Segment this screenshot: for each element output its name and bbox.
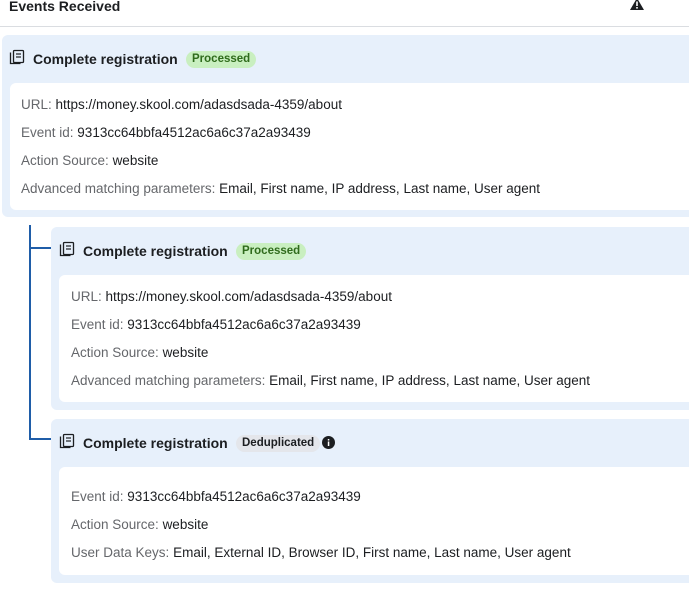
event-header-3[interactable]: Complete registration Deduplicated [51, 419, 689, 463]
document-icon [9, 49, 25, 65]
section-title: Events Received [9, 0, 121, 14]
status-badge-processed: Processed [236, 243, 307, 260]
event-card-2: Complete registration Processed URL: htt… [51, 227, 689, 410]
event-header-1[interactable]: Complete registration Processed [2, 35, 689, 79]
document-icon [59, 241, 75, 257]
tree-connector-branch-1 [29, 247, 51, 249]
events-received-header: Events Received [0, 0, 689, 27]
advanced-matching-row: Advanced matching parameters: Email, Fir… [21, 181, 541, 196]
tree-connector-vertical [29, 225, 31, 440]
action-source-row: Action Source: website [71, 517, 209, 532]
event-card-3: Complete registration Deduplicated Event… [51, 419, 689, 583]
event-details-1: URL: https://money.skool.com/adasdsada-4… [10, 83, 689, 210]
event-id-row: Event id: 9313cc64bbfa4512ac6a6c37a2a934… [71, 317, 361, 332]
event-title: Complete registration [83, 243, 228, 259]
event-details-3: Event id: 9313cc64bbfa4512ac6a6c37a2a934… [59, 467, 689, 575]
status-badge-processed: Processed [186, 51, 257, 68]
action-source-row: Action Source: website [21, 153, 159, 168]
event-title: Complete registration [83, 435, 228, 451]
url-row: URL: https://money.skool.com/adasdsada-4… [71, 289, 392, 304]
action-source-row: Action Source: website [71, 345, 209, 360]
user-data-keys-row: User Data Keys: Email, External ID, Brow… [71, 545, 571, 560]
event-card-1: Complete registration Processed URL: htt… [2, 35, 689, 217]
tree-connector-branch-2 [29, 438, 51, 440]
event-header-2[interactable]: Complete registration Processed [51, 227, 689, 271]
event-details-2: URL: https://money.skool.com/adasdsada-4… [59, 275, 689, 402]
event-title: Complete registration [33, 51, 178, 67]
event-id-row: Event id: 9313cc64bbfa4512ac6a6c37a2a934… [21, 125, 311, 140]
advanced-matching-row: Advanced matching parameters: Email, Fir… [71, 373, 591, 388]
event-id-row: Event id: 9313cc64bbfa4512ac6a6c37a2a934… [71, 489, 361, 504]
info-icon[interactable] [322, 436, 335, 449]
url-row: URL: https://money.skool.com/adasdsada-4… [21, 97, 342, 112]
warning-triangle-icon[interactable] [630, 0, 644, 10]
document-icon [59, 433, 75, 449]
status-badge-deduplicated: Deduplicated [236, 435, 321, 452]
